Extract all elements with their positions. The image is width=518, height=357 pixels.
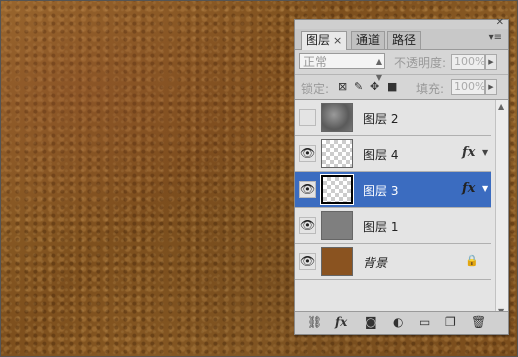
layer-name: 背景: [363, 256, 388, 270]
lock-icon: 🔒: [465, 254, 479, 267]
fill-arrow-button[interactable]: ▶: [485, 79, 497, 95]
adjustment-layer-icon[interactable]: ◐: [393, 315, 403, 329]
layer-row-layer4[interactable]: 👁 图层 4 fx ▼: [295, 136, 491, 172]
eye-icon[interactable]: 👁: [299, 253, 316, 270]
lock-all-icon[interactable]: ■: [387, 80, 397, 93]
layer-row-background[interactable]: 👁 背景 🔒: [295, 244, 491, 280]
layer-name: 图层 1: [363, 220, 399, 234]
tab-layers[interactable]: 图层 ×: [301, 31, 348, 50]
opacity-arrow-button[interactable]: ▶: [485, 54, 497, 70]
add-style-fx-icon[interactable]: fx: [335, 315, 347, 329]
fill-input[interactable]: 100%: [451, 79, 485, 95]
layers-list: 图层 2 👁 图层 4 fx ▼ 👁 图层 3 fx ▼ 👁 图层 1 👁 背景…: [295, 100, 508, 318]
layer-name: 图层 2: [363, 112, 399, 126]
blend-row: 正常 ▲ ▼ 不透明度: 100% ▶: [295, 50, 508, 82]
fill-label: 填充:: [416, 82, 445, 96]
eye-icon[interactable]: 👁: [299, 181, 316, 198]
layer-row-layer1[interactable]: 👁 图层 1: [295, 208, 491, 244]
lock-position-move-icon[interactable]: ✥: [370, 80, 379, 93]
scroll-up-icon[interactable]: ▲: [498, 102, 504, 111]
eye-icon[interactable]: 👁: [299, 145, 316, 162]
lock-row: 锁定: ⊠ ✎ ✥ ■ 填充: 100% ▶: [295, 75, 508, 100]
layers-panel: ✕ 图层 × 通道 路径 ▾≡ 正常 ▲ ▼ 不透明度: 100% ▶ 锁定: ⊠ …: [294, 18, 509, 335]
panel-titlebar[interactable]: ✕: [295, 18, 508, 29]
new-group-folder-icon[interactable]: ▭: [419, 315, 430, 329]
trash-icon[interactable]: 🗑: [471, 315, 486, 329]
close-icon[interactable]: ✕: [496, 18, 504, 28]
expand-effects-icon[interactable]: ▼: [482, 184, 488, 193]
lock-label: 锁定:: [301, 82, 330, 96]
layer-thumbnail: [321, 103, 353, 132]
opacity-label: 不透明度:: [394, 56, 447, 70]
tab-paths[interactable]: 路径: [387, 31, 422, 49]
visibility-toggle[interactable]: [299, 109, 316, 126]
panel-bottom-toolbar: ⛓ fx ◙ ◐ ▭ ❐ 🗑: [295, 311, 508, 334]
add-mask-icon[interactable]: ◙: [365, 315, 377, 329]
layer-name: 图层 3: [363, 184, 399, 198]
eye-icon[interactable]: 👁: [299, 217, 316, 234]
lock-transparency-icon[interactable]: ⊠: [338, 80, 347, 93]
tab-layers-label: 图层: [306, 33, 331, 47]
opacity-input[interactable]: 100%: [451, 54, 485, 70]
layer-name: 图层 4: [363, 148, 399, 162]
layer-row-layer2[interactable]: 图层 2: [295, 100, 491, 136]
tab-close-icon[interactable]: ×: [333, 34, 342, 47]
tab-paths-label: 路径: [392, 33, 417, 47]
layer-thumbnail: [321, 247, 353, 276]
fx-icon[interactable]: fx: [462, 181, 475, 196]
blend-mode-value: 正常: [303, 55, 328, 69]
expand-effects-icon[interactable]: ▼: [482, 148, 488, 157]
blend-mode-select[interactable]: 正常 ▲ ▼: [299, 53, 385, 82]
tab-channels-label: 通道: [356, 33, 381, 47]
new-layer-icon[interactable]: ❐: [445, 315, 456, 329]
tab-channels[interactable]: 通道: [351, 31, 386, 49]
link-layers-icon[interactable]: ⛓: [307, 315, 322, 329]
layer-thumbnail: [321, 211, 353, 240]
layer-thumbnail: [320, 174, 354, 205]
fx-icon[interactable]: fx: [462, 145, 475, 160]
layer-row-layer3[interactable]: 👁 图层 3 fx ▼: [295, 172, 491, 208]
panel-menu-icon[interactable]: ▾≡: [489, 32, 502, 43]
lock-paint-brush-icon[interactable]: ✎: [354, 80, 363, 93]
panel-tabs: 图层 × 通道 路径 ▾≡: [295, 29, 508, 50]
layer-thumbnail: [321, 139, 353, 168]
layers-scrollbar[interactable]: ▲ ▼: [495, 100, 508, 318]
